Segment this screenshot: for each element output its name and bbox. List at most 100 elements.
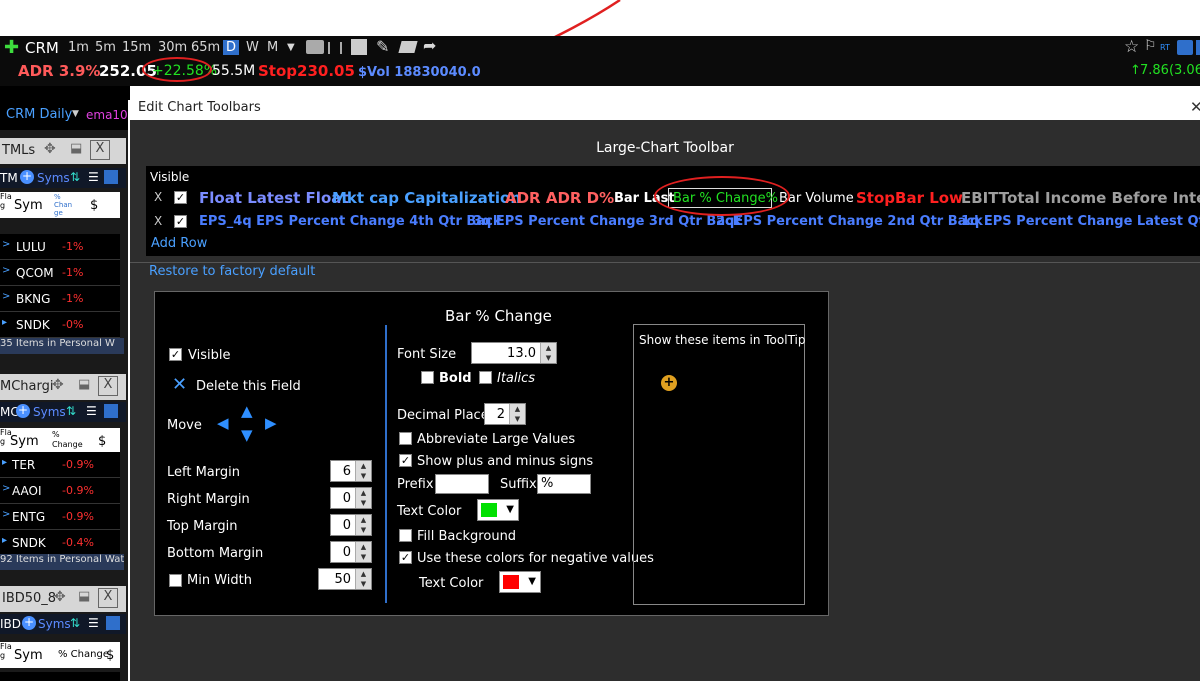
- tf-weekly[interactable]: W: [246, 40, 259, 55]
- col-sym[interactable]: Sym: [10, 434, 39, 449]
- top-margin-stepper[interactable]: 0 ▲ ▼: [330, 514, 372, 536]
- toolbar-field-mktcap[interactable]: Mkt cap Capitalization: [332, 189, 521, 207]
- decimal-places-stepper[interactable]: 2 ▲ ▼: [484, 403, 526, 425]
- toolbar-field-eps4q[interactable]: EPS_4q EPS Percent Change 4th Qtr Back: [199, 214, 501, 229]
- close-icon[interactable]: X: [98, 376, 118, 396]
- toolbar-field-eps2q[interactable]: 2qEPS Percent Change 2nd Qtr Back: [716, 214, 983, 229]
- star-icon[interactable]: ☆: [1124, 37, 1139, 57]
- row2-visible-checkbox[interactable]: ✓: [174, 215, 187, 228]
- table-row[interactable]: > BKNG -1%: [0, 286, 120, 312]
- col-dollar[interactable]: $: [98, 434, 106, 449]
- toolbar-field-eps1q[interactable]: 1q EPS Percent Change Latest Qtr: [961, 214, 1200, 229]
- bars-icon[interactable]: [328, 42, 342, 54]
- right-margin-stepper[interactable]: 0 ▲ ▼: [330, 487, 372, 509]
- tf-65m[interactable]: 65m: [191, 40, 220, 55]
- prefix-input[interactable]: [435, 474, 489, 494]
- toolbar-field-adr[interactable]: ADR ADR D%: [505, 189, 614, 207]
- visible-checkbox[interactable]: ✓: [169, 348, 182, 361]
- move-icon[interactable]: ✥: [54, 589, 66, 605]
- show-plus-minus-checkbox[interactable]: ✓: [399, 454, 412, 467]
- add-symbol-icon[interactable]: +: [20, 170, 34, 184]
- chevron-down-icon[interactable]: ▼: [287, 42, 295, 53]
- col-dollar[interactable]: $: [106, 648, 114, 663]
- col-sym[interactable]: Sym: [14, 198, 43, 213]
- negative-text-color-picker[interactable]: ▼: [499, 571, 541, 593]
- font-size-stepper[interactable]: 13.0 ▲ ▼: [471, 342, 557, 364]
- text-color-picker[interactable]: ▼: [477, 499, 519, 521]
- arrow-down-icon[interactable]: ▼: [241, 426, 253, 444]
- toolbar-field-float[interactable]: Float Latest Float: [199, 189, 349, 207]
- restore-defaults-link[interactable]: Restore to factory default: [149, 264, 315, 279]
- left-margin-stepper[interactable]: 6 ▲ ▼: [330, 460, 372, 482]
- s-badge-icon[interactable]: [104, 170, 118, 184]
- add-symbol-icon[interactable]: +: [22, 616, 36, 630]
- sort-icon[interactable]: ⇅: [70, 170, 80, 184]
- toolbar-field-eps3q[interactable]: 3q EPS Percent Change 3rd Qtr Back: [473, 214, 741, 229]
- table-row[interactable]: [0, 672, 120, 681]
- remove-row-icon[interactable]: X: [154, 190, 162, 204]
- chart-title[interactable]: CRM Daily: [6, 107, 72, 122]
- bottom-margin-stepper[interactable]: 0 ▲ ▼: [330, 541, 372, 563]
- table-row[interactable]: > AAOI -0.9%: [0, 478, 120, 504]
- tf-monthly[interactable]: M: [267, 40, 278, 55]
- menu-icon[interactable]: ☰: [86, 404, 97, 418]
- arrow-left-icon[interactable]: ◀: [217, 414, 229, 432]
- calculator-icon[interactable]: [351, 39, 367, 55]
- table-row[interactable]: > LULU -1%: [0, 234, 120, 260]
- tf-daily[interactable]: D: [223, 40, 240, 55]
- toolbar-field-ebit[interactable]: EBITTotal Income Before Inte: [961, 189, 1200, 207]
- tf-15m[interactable]: 15m: [122, 40, 151, 55]
- stepper-arrows-icon[interactable]: ▲ ▼: [355, 542, 371, 562]
- table-row[interactable]: ▸ TER -0.9%: [0, 452, 120, 478]
- close-icon[interactable]: X: [90, 140, 110, 160]
- stepper-arrows-icon[interactable]: ▲ ▼: [355, 488, 371, 508]
- add-symbol-icon[interactable]: +: [16, 404, 30, 418]
- add-row-link[interactable]: Add Row: [151, 236, 207, 251]
- italics-checkbox[interactable]: [479, 371, 492, 384]
- add-icon[interactable]: ✚: [4, 37, 19, 58]
- delete-icon[interactable]: ✕: [172, 374, 187, 395]
- tf-30m[interactable]: 30m: [158, 40, 187, 55]
- row1-visible-checkbox[interactable]: ✓: [174, 191, 187, 204]
- col-sym[interactable]: Sym: [14, 648, 43, 663]
- s-badge-icon[interactable]: [104, 404, 118, 418]
- col-change[interactable]: % Change: [52, 430, 83, 450]
- notes-icon[interactable]: [398, 41, 418, 53]
- sort-icon[interactable]: ⇅: [70, 616, 80, 630]
- add-tooltip-item-icon[interactable]: +: [661, 375, 677, 391]
- col-change[interactable]: % Chan ge: [54, 193, 74, 217]
- pencil-icon[interactable]: ✎: [376, 37, 389, 56]
- move-icon[interactable]: ✥: [52, 377, 64, 393]
- close-icon[interactable]: X: [98, 588, 118, 608]
- syms-label[interactable]: Syms: [37, 171, 70, 185]
- flag-icon[interactable]: ⚐: [1144, 38, 1157, 54]
- syms-label[interactable]: Syms: [38, 617, 71, 631]
- stepper-arrows-icon[interactable]: ▲ ▼: [355, 461, 371, 481]
- pin-icon[interactable]: ⬓: [78, 377, 90, 392]
- toolbar-field-stop[interactable]: StopBar Low: [856, 189, 963, 207]
- tf-1m[interactable]: 1m: [68, 40, 89, 55]
- min-width-checkbox[interactable]: [169, 574, 182, 587]
- toolbar-field-volume[interactable]: Bar Volume: [779, 191, 854, 206]
- table-row[interactable]: > ENTG -0.9%: [0, 504, 120, 530]
- stepper-arrows-icon[interactable]: ▲ ▼: [509, 404, 525, 424]
- arrow-up-icon[interactable]: ▲: [241, 402, 253, 420]
- s-badge-icon[interactable]: [1177, 40, 1193, 55]
- col-dollar[interactable]: $: [90, 198, 98, 213]
- menu-icon[interactable]: ☰: [88, 170, 99, 184]
- bold-checkbox[interactable]: [421, 371, 434, 384]
- pin-icon[interactable]: ⬓: [70, 141, 82, 156]
- fill-background-checkbox[interactable]: [399, 529, 412, 542]
- arrow-right-icon[interactable]: ▶: [265, 414, 277, 432]
- pin-icon[interactable]: ⬓: [78, 589, 90, 604]
- stepper-arrows-icon[interactable]: ▲ ▼: [355, 569, 371, 589]
- min-width-stepper[interactable]: 50 ▲ ▼: [318, 568, 372, 590]
- tf-5m[interactable]: 5m: [95, 40, 116, 55]
- stepper-arrows-icon[interactable]: ▲ ▼: [355, 515, 371, 535]
- suffix-input[interactable]: %: [537, 474, 591, 494]
- close-icon[interactable]: ✕: [1190, 98, 1200, 116]
- delete-field-button[interactable]: Delete this Field: [196, 379, 301, 394]
- symbol-label[interactable]: CRM: [25, 39, 59, 57]
- sort-icon[interactable]: ⇅: [66, 404, 76, 418]
- remove-row-icon[interactable]: X: [154, 214, 162, 228]
